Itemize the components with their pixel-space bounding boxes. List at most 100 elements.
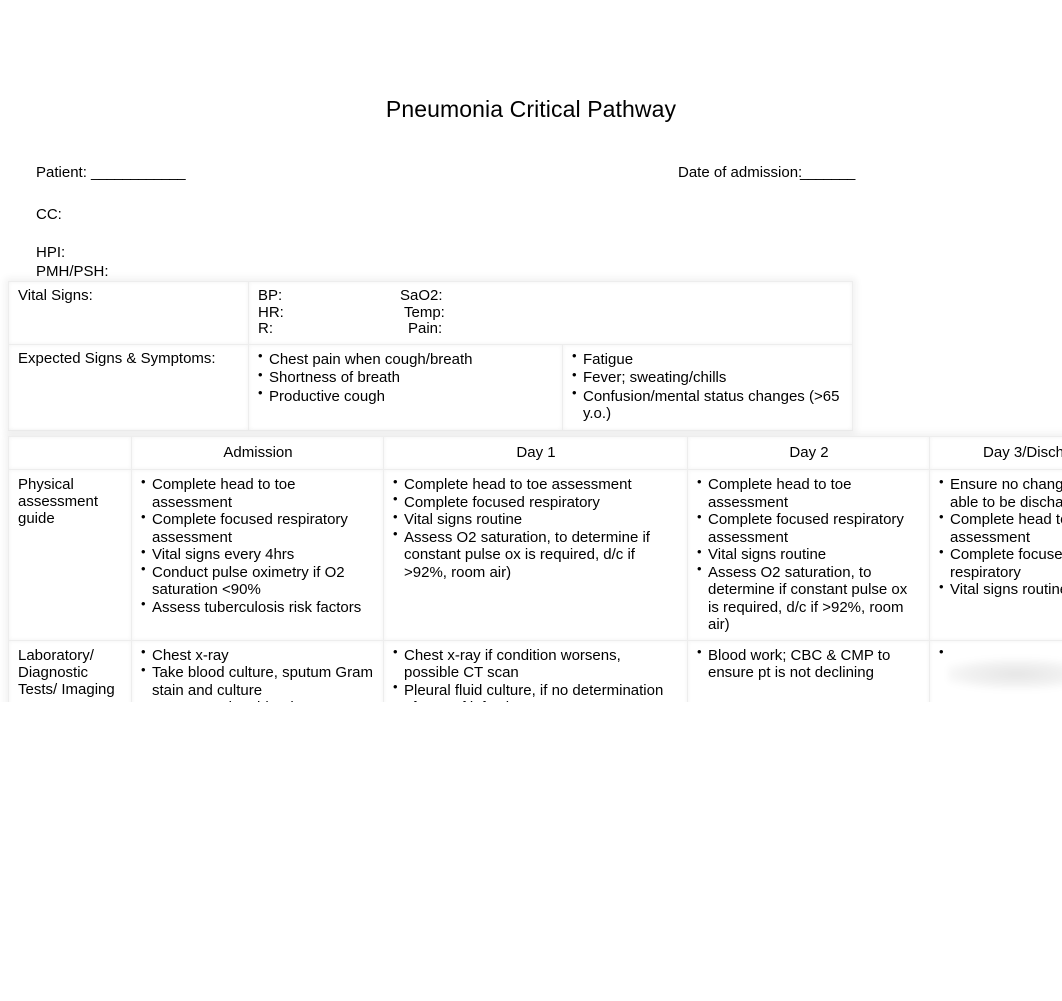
page-title: Pneumonia Critical Pathway (385, 96, 677, 122)
list-item: Complete focused respiratory (393, 490, 679, 512)
table-header-row: Admission Day 1 Day 2 Day 3/Discharge (8, 436, 1062, 470)
list-item: Fever; sweating/chills (572, 366, 844, 387)
list-item: Take blood culture, sputum Gram stain an… (141, 661, 375, 699)
cc-label: CC: (36, 206, 62, 223)
bullet-text: Complete focused respiratory assessment (708, 511, 904, 546)
list-item: Assess tuberculosis risk factors (141, 595, 375, 617)
symptom-text: Shortness of breath (269, 369, 400, 386)
hpi-label: HPI: (36, 244, 66, 261)
list-item: Assess O2 saturation, to determine if co… (697, 560, 921, 634)
bullet-text: Blood work; CBC & CMP to ensure pt is no… (708, 646, 891, 682)
smudge-artifact (948, 656, 1062, 691)
vital-signs-label: Vital Signs: (18, 287, 93, 304)
bullet-text: Vital signs routine (708, 546, 827, 563)
bullet-list: Ensure no changes, pt is able to be disc… (939, 473, 1062, 599)
bullet-text: Complete head to toe assessment (152, 476, 296, 511)
bullet-text: Complete focused respiratory assessment (152, 511, 348, 546)
symptom-text: Confusion/mental status changes (>65 y.o… (583, 387, 840, 423)
symptom-text: Chest pain when cough/breath (269, 350, 473, 368)
page-bottom-clip (0, 702, 1062, 1001)
list-item: Vital signs routine (393, 508, 679, 529)
bullet-list: Blood work; CBC & CMP to ensure pt is no… (697, 643, 921, 682)
sao2-label: SaO2: (400, 287, 443, 304)
table-row-vital-signs: Vital Signs: BP: SaO2: HR: Temp: R: Pain… (8, 281, 853, 345)
list-item: Complete focused respiratory assessment (141, 508, 375, 546)
symptom-text: Fatigue (583, 350, 634, 368)
bullet-text: Ensure no changes, pt is able to be disc… (950, 476, 1062, 511)
vital-signs-table: Vital Signs: BP: SaO2: HR: Temp: R: Pain… (8, 281, 853, 431)
bp-label: BP: (258, 287, 283, 304)
bullet-text: Chest x-ray if condition worsens, possib… (404, 646, 621, 682)
symptoms-right-cell: Fatigue Fever; sweating/chills Confusion… (562, 343, 853, 431)
expected-symptoms-label: Expected Signs & Symptoms: (18, 349, 216, 367)
list-item: Vital signs routine (697, 543, 921, 564)
bullet-list: Complete head to toe assessment Complete… (141, 473, 375, 617)
respiration-label: R: (258, 320, 273, 337)
cell-physical-assessment-day-2: Complete head to toe assessment Complete… (687, 469, 930, 641)
symptoms-left-list: Chest pain when cough/breath Shortness o… (258, 347, 554, 406)
bullet-text: Complete head to toe assessment (404, 476, 632, 493)
patient-header-block: Patient: ____________ Date of admission:… (36, 163, 1026, 280)
list-item: Complete focused respiratory assessment (697, 508, 921, 546)
list-item: Vital signs routine (939, 578, 1062, 599)
symptom-text: Fever; sweating/chills (583, 369, 727, 386)
bullet-text: Take blood culture, sputum Gram stain an… (152, 664, 373, 699)
patient-header-row: Patient: ____________ Date of admission:… (36, 163, 1026, 185)
list-item: Assess O2 saturation, to determine if co… (393, 525, 679, 582)
temp-label: Temp: (404, 303, 445, 321)
symptoms-left-cell: Chest pain when cough/breath Shortness o… (248, 343, 563, 431)
symptom-text: Productive cough (269, 387, 385, 405)
cell-physical-assessment-admission: Complete head to toe assessment Complete… (131, 469, 384, 641)
patient-blank-field[interactable]: ____________ (91, 163, 186, 182)
bullet-text: Vital signs routine (950, 581, 1062, 598)
date-of-admission-blank-field[interactable]: _______ (800, 163, 855, 182)
list-item: Confusion/mental status changes (>65 y.o… (572, 384, 844, 423)
column-header-admission: Admission (131, 436, 384, 470)
list-item: Complete head to toe assessment (697, 473, 921, 511)
vital-signs-label-cell: Vital Signs: (8, 281, 249, 345)
row-header-label: Physical assessment guide (18, 476, 99, 527)
bullet-list: Complete head to toe assessment Complete… (697, 473, 921, 634)
bullet-text: Vital signs every 4hrs (152, 546, 295, 563)
list-item: Conduct pulse oximetry if O2 saturation … (141, 560, 375, 599)
list-item: Fatigue (572, 347, 844, 369)
column-header-day-2: Day 2 (687, 436, 930, 470)
column-header-day-3-discharge: Day 3/Discharge (929, 436, 1062, 470)
hr-label: HR: (258, 303, 284, 321)
vitals-line-2: HR: Temp: (258, 303, 844, 322)
column-header-day-1: Day 1 (383, 436, 688, 470)
list-item: Productive cough (258, 384, 554, 406)
cell-physical-assessment-day-1: Complete head to toe assessment Complete… (383, 469, 688, 641)
list-item: Ensure no changes, pt is able to be disc… (939, 473, 1062, 511)
list-item: Chest x-ray if condition worsens, possib… (393, 643, 679, 682)
date-of-admission-label: Date of admission: (678, 164, 803, 181)
cell-physical-assessment-day-3: Ensure no changes, pt is able to be disc… (929, 469, 1062, 641)
list-item: Blood work; CBC & CMP to ensure pt is no… (697, 643, 921, 682)
list-item: Vital signs every 4hrs (141, 543, 375, 564)
bullet-text: Assess tuberculosis risk factors (152, 598, 362, 616)
vitals-line-1: BP: SaO2: (258, 287, 844, 305)
bullet-text: Complete focused respiratory (950, 546, 1062, 581)
row-header-label: Laboratory/ Diagnostic Tests/ Imaging (18, 646, 115, 698)
list-item: Chest pain when cough/breath (258, 347, 554, 369)
bullet-text: Assess O2 saturation, to determine if co… (708, 563, 908, 634)
document-page: Pneumonia Critical Pathway Patient: ____… (0, 0, 1062, 1001)
pain-label: Pain: (408, 320, 443, 337)
vital-signs-fields-cell: BP: SaO2: HR: Temp: R: Pain: (248, 281, 853, 345)
patient-label: Patient: (36, 164, 87, 181)
column-header-blank (8, 436, 132, 470)
symptoms-right-list: Fatigue Fever; sweating/chills Confusion… (572, 347, 844, 423)
vitals-line-3: R: Pain: (258, 320, 844, 338)
list-item: Complete head to toe assessment (141, 473, 375, 511)
row-header-physical-assessment-cell: Physical assessment guide (8, 469, 132, 641)
bullet-text: Complete head to toe assessment (950, 511, 1062, 546)
list-item: Complete focused respiratory (939, 543, 1062, 581)
list-item: Complete head to toe assessment (939, 508, 1062, 546)
table-row-expected-symptoms: Expected Signs & Symptoms: Chest pain wh… (8, 343, 853, 431)
bullet-text: Complete head to toe assessment (708, 476, 852, 511)
pmh-psh-label: PMH/PSH: (36, 263, 109, 280)
bullet-text: Assess O2 saturation, to determine if co… (404, 528, 650, 581)
bullet-text: Chest x-ray (152, 646, 229, 664)
expected-symptoms-label-cell: Expected Signs & Symptoms: (8, 343, 249, 431)
list-item: Shortness of breath (258, 366, 554, 387)
